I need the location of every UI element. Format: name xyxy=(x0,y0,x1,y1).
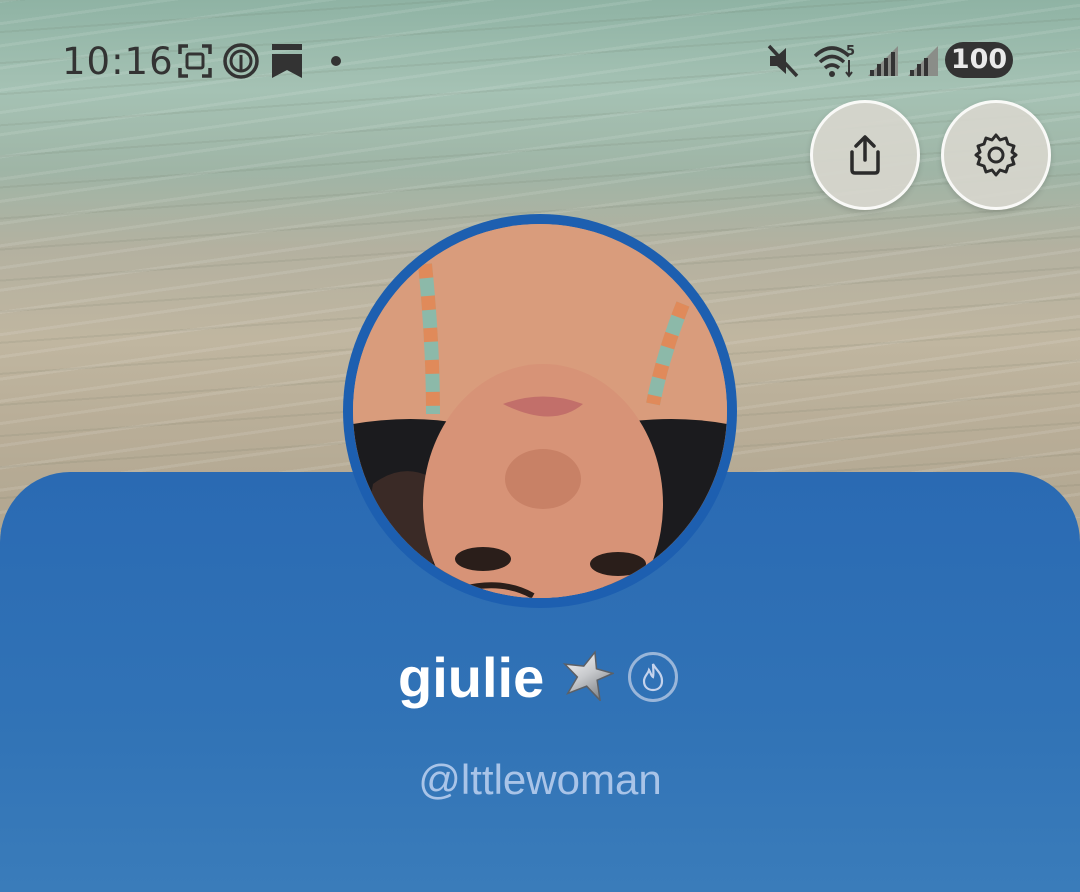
threads-icon xyxy=(223,43,259,79)
status-time: 10:16 xyxy=(62,40,174,83)
notification-dot xyxy=(331,56,341,66)
network-badge: 5 xyxy=(846,44,855,59)
settings-button[interactable] xyxy=(941,100,1051,210)
battery-icon: 100 xyxy=(945,42,1013,78)
avatar-image xyxy=(353,224,727,598)
bookmark-icon xyxy=(272,44,302,78)
username: @lttlewoman xyxy=(418,756,662,803)
star-badge-icon xyxy=(562,650,614,701)
screenshot-icon xyxy=(178,44,212,78)
status-bar: 10:16 5 100 xyxy=(0,0,1080,120)
signal-icon xyxy=(868,46,898,76)
fire-icon xyxy=(642,663,664,692)
avatar-photo xyxy=(353,224,727,598)
share-button[interactable] xyxy=(810,100,920,210)
gear-icon xyxy=(974,133,1018,177)
signal-icon-2 xyxy=(908,46,938,76)
avatar[interactable] xyxy=(343,214,737,608)
mute-icon xyxy=(767,44,799,78)
share-upload-icon xyxy=(850,135,880,175)
wifi-icon: 5 xyxy=(813,44,855,78)
display-name: giulie xyxy=(398,646,545,709)
fire-badge-icon xyxy=(628,652,678,702)
